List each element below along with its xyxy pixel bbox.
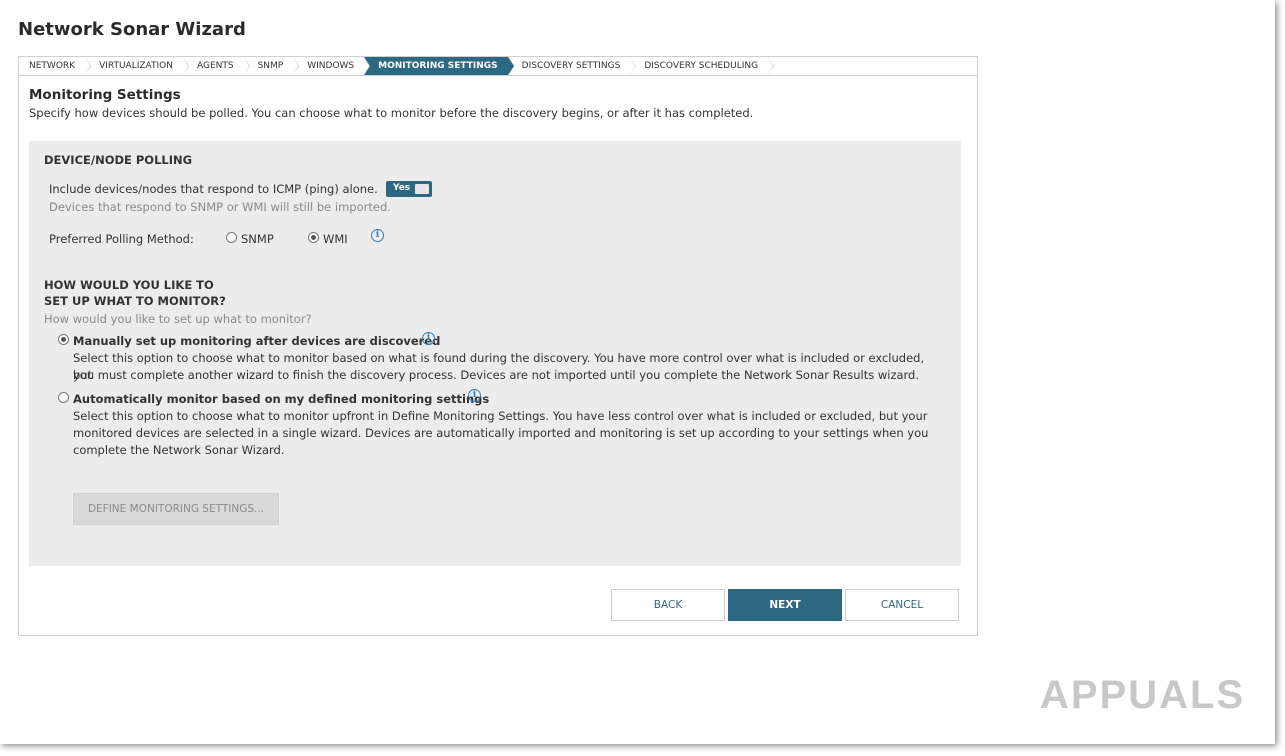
section-description: Specify how devices should be polled. Yo… <box>29 106 754 120</box>
window-frame: Network Sonar Wizard NETWORK VIRTUALIZAT… <box>0 0 1275 744</box>
step-discovery-scheduling[interactable]: DISCOVERY SCHEDULING <box>630 57 774 75</box>
next-button[interactable]: NEXT <box>728 589 842 621</box>
step-discovery-settings[interactable]: DISCOVERY SETTINGS <box>508 57 637 75</box>
step-monitoring-settings[interactable]: MONITORING SETTINGS <box>364 57 515 75</box>
wmi-radio[interactable] <box>308 232 319 243</box>
info-icon[interactable]: i <box>371 229 384 242</box>
snmp-radio[interactable] <box>226 232 237 243</box>
info-icon[interactable]: i <box>468 389 481 402</box>
icmp-toggle-label: Yes <box>393 183 411 193</box>
step-network[interactable]: NETWORK <box>19 57 92 75</box>
polling-heading: DEVICE/NODE POLLING <box>44 153 193 167</box>
toggle-knob <box>415 184 429 194</box>
snmp-radio-label[interactable]: SNMP <box>241 232 274 246</box>
watermark-text: APPUALS <box>1040 673 1245 717</box>
watermark-logo: APPUALS <box>1040 673 1245 717</box>
window-title: Network Sonar Wizard <box>18 19 246 40</box>
info-icon[interactable]: i <box>422 332 435 345</box>
step-windows[interactable]: WINDOWS <box>293 57 371 75</box>
manual-monitoring-desc-2: you must complete another wizard to fini… <box>73 368 920 382</box>
cancel-button[interactable]: CANCEL <box>845 589 959 621</box>
auto-monitoring-desc-3: complete the Network Sonar Wizard. <box>73 443 285 457</box>
icmp-toggle[interactable]: Yes <box>386 181 432 197</box>
define-monitoring-settings-button[interactable]: DEFINE MONITORING SETTINGS... <box>73 493 279 525</box>
manual-monitoring-title[interactable]: Manually set up monitoring after devices… <box>73 333 440 349</box>
section-title: Monitoring Settings <box>29 87 181 103</box>
step-snmp[interactable]: SNMP <box>244 57 299 75</box>
monitor-heading-line2: SET UP WHAT TO MONITOR? <box>44 294 226 308</box>
auto-monitoring-desc-1: Select this option to choose what to mon… <box>73 409 928 423</box>
back-button[interactable]: BACK <box>611 589 725 621</box>
monitor-subheading: How would you like to set up what to mon… <box>44 312 312 326</box>
auto-monitoring-radio[interactable] <box>58 392 69 403</box>
auto-monitoring-title[interactable]: Automatically monitor based on my define… <box>73 391 489 407</box>
icmp-label: Include devices/nodes that respond to IC… <box>49 182 378 196</box>
icmp-note: Devices that respond to SNMP or WMI will… <box>49 200 391 214</box>
monitor-heading-line1: HOW WOULD YOU LIKE TO <box>44 278 214 292</box>
step-agents[interactable]: AGENTS <box>183 57 250 75</box>
step-virtualization[interactable]: VIRTUALIZATION <box>85 57 189 75</box>
manual-monitoring-radio[interactable] <box>58 334 69 345</box>
settings-panel: DEVICE/NODE POLLING Include devices/node… <box>29 141 961 566</box>
polling-method-label: Preferred Polling Method: <box>49 232 194 246</box>
wizard-container: NETWORK VIRTUALIZATION AGENTS SNMP WINDO… <box>18 56 978 636</box>
auto-monitoring-desc-2: monitored devices are selected in a sing… <box>73 426 929 440</box>
wizard-steps-breadcrumb: NETWORK VIRTUALIZATION AGENTS SNMP WINDO… <box>19 57 977 76</box>
wmi-radio-label[interactable]: WMI <box>323 232 348 246</box>
